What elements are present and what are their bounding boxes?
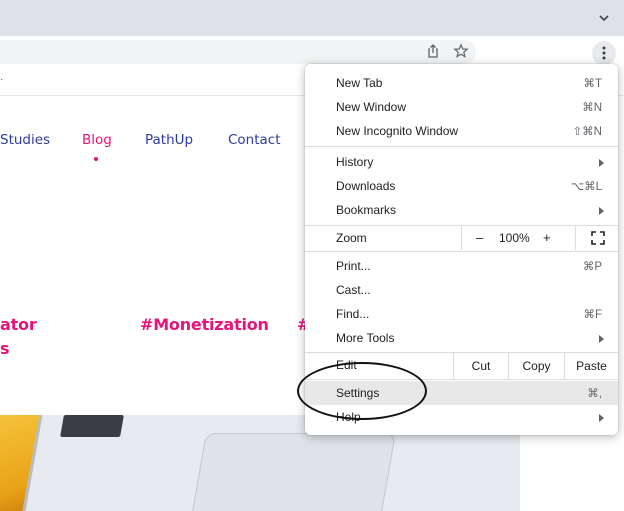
fullscreen-icon	[591, 231, 605, 245]
address-bar[interactable]	[0, 40, 476, 64]
menu-item-label: New Tab	[336, 76, 383, 90]
menu-separator	[305, 251, 618, 252]
chevron-down-icon[interactable]	[596, 10, 612, 26]
menu-item-shortcut: ⌘P	[582, 261, 602, 273]
menu-item-label: History	[336, 155, 374, 169]
menu-item-print[interactable]: Print... ⌘P	[305, 254, 618, 278]
tab-strip	[0, 0, 624, 36]
zoom-controls: – 100% +	[461, 226, 618, 250]
menu-edit-row: Edit Cut Copy Paste	[305, 353, 618, 379]
cut-button[interactable]: Cut	[453, 353, 508, 379]
menu-item-label: Settings	[336, 386, 380, 400]
menu-item-label: New Incognito Window	[336, 124, 459, 138]
menu-item-find[interactable]: Find... ⌘F	[305, 302, 618, 326]
topbar-edge: ·	[0, 74, 4, 85]
menu-item-label: Help	[336, 410, 361, 424]
menu-item-label: Downloads	[336, 179, 396, 193]
submenu-arrow-icon	[599, 414, 604, 422]
nav-link-studies[interactable]: Studies	[0, 132, 50, 148]
active-nav-indicator	[94, 157, 98, 161]
menu-separator	[305, 146, 618, 147]
menu-item-more-tools[interactable]: More Tools	[305, 326, 618, 350]
zoom-in-button[interactable]: +	[543, 230, 551, 245]
chrome-main-menu: New Tab ⌘T New Window ⌘N New Incognito W…	[305, 64, 618, 435]
zoom-label: Zoom	[336, 231, 367, 245]
nav-link-pathup[interactable]: PathUp	[145, 132, 193, 148]
menu-item-shortcut: ⌘T	[583, 78, 602, 90]
menu-item-label: New Window	[336, 100, 407, 114]
copy-button[interactable]: Copy	[508, 353, 564, 379]
menu-item-history[interactable]: History	[305, 150, 618, 174]
menu-item-downloads[interactable]: Downloads ⌥⌘L	[305, 174, 618, 198]
menu-item-shortcut: ⌥⌘L	[570, 181, 602, 193]
menu-item-label: Cast...	[336, 283, 371, 297]
menu-item-shortcut: ⌘N	[582, 102, 602, 114]
menu-item-new-tab[interactable]: New Tab ⌘T	[305, 71, 618, 95]
menu-zoom-row: Zoom – 100% +	[305, 226, 618, 250]
menu-item-shortcut: ⇧⌘N	[572, 126, 602, 138]
zoom-out-button[interactable]: –	[476, 230, 483, 245]
tag-continued[interactable]: s	[0, 339, 10, 358]
menu-item-label: Print...	[336, 259, 371, 273]
menu-separator	[305, 379, 618, 380]
submenu-arrow-icon	[599, 335, 604, 343]
browser-toolbar	[0, 36, 624, 66]
tag-creator[interactable]: ator	[0, 315, 37, 334]
star-icon[interactable]	[453, 43, 469, 59]
menu-item-label: Bookmarks	[336, 203, 397, 217]
submenu-arrow-icon	[599, 159, 604, 167]
menu-item-settings[interactable]: Settings ⌘,	[305, 381, 618, 405]
vertical-dots-icon[interactable]	[592, 41, 616, 65]
menu-item-shortcut: ⌘F	[583, 309, 602, 321]
nav-link-contact[interactable]: Contact	[228, 132, 281, 148]
fullscreen-button[interactable]	[575, 226, 619, 250]
menu-item-shortcut: ⌘,	[587, 388, 602, 400]
menu-item-label: More Tools	[336, 331, 395, 345]
menu-item-bookmarks[interactable]: Bookmarks	[305, 198, 618, 222]
zoom-level: 100%	[499, 231, 530, 245]
tag-monetization[interactable]: #Monetization	[140, 315, 269, 334]
menu-item-help[interactable]: Help	[305, 405, 618, 429]
submenu-arrow-icon	[599, 207, 604, 215]
nav-link-blog[interactable]: Blog	[82, 132, 112, 148]
menu-item-new-window[interactable]: New Window ⌘N	[305, 95, 618, 119]
menu-item-cast[interactable]: Cast...	[305, 278, 618, 302]
paste-button[interactable]: Paste	[564, 353, 618, 379]
image-trackpad	[190, 433, 396, 511]
share-icon[interactable]	[425, 43, 441, 59]
image-laptop-keys	[60, 415, 124, 437]
edit-label: Edit	[336, 358, 357, 372]
menu-item-label: Find...	[336, 307, 370, 321]
menu-item-new-incognito-window[interactable]: New Incognito Window ⇧⌘N	[305, 119, 618, 143]
